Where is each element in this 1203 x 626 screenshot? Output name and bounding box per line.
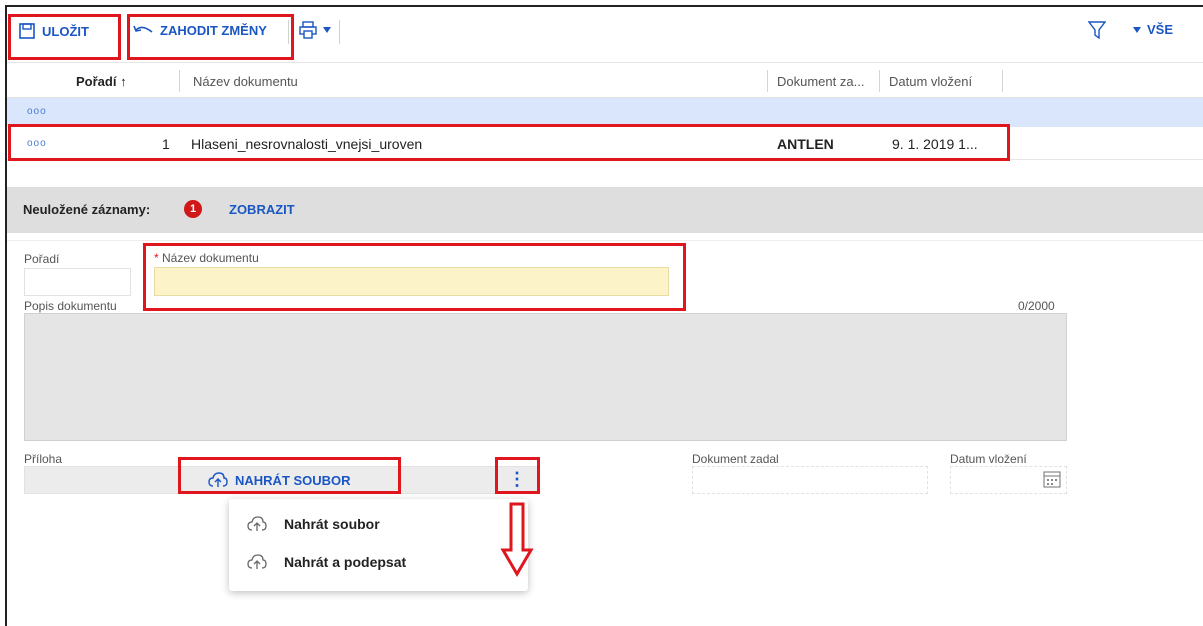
toolbar: ULOŽIT ZAHODIT ZMĚNY VŠE: [7, 7, 1203, 63]
description-label: Popis dokumentu: [24, 299, 117, 313]
unsaved-records-label: Neuložené záznamy:: [23, 202, 151, 217]
upload-options-menu: Nahrát soubor Nahrát a podepsat: [229, 499, 528, 591]
column-header-entered-by[interactable]: Dokument za...: [777, 74, 864, 89]
name-label-text: Název dokumentu: [162, 251, 259, 265]
upload-file-button[interactable]: NAHRÁT SOUBOR: [208, 472, 351, 488]
menu-item-upload-and-sign[interactable]: Nahrát a podepsat: [229, 543, 528, 581]
unsaved-records-bar: Neuložené záznamy: 1 ZOBRAZIT: [7, 187, 1203, 233]
column-header-date[interactable]: Datum vložení: [889, 74, 972, 89]
menu-item-upload-file[interactable]: Nahrát soubor: [229, 505, 528, 543]
description-char-counter: 0/2000: [1018, 299, 1055, 313]
toolbar-divider: [288, 20, 289, 44]
show-unsaved-link[interactable]: ZOBRAZIT: [229, 202, 295, 217]
row-menu-icon[interactable]: ooo: [27, 138, 47, 149]
save-label: ULOŽIT: [42, 23, 89, 39]
order-input[interactable]: [24, 268, 131, 296]
print-icon: [299, 21, 317, 39]
column-header-order[interactable]: Pořadí ↑: [76, 74, 127, 89]
column-divider: [879, 70, 880, 92]
more-options-button[interactable]: ⋮: [503, 466, 531, 494]
menu-item-label: Nahrát a podepsat: [284, 554, 407, 570]
table-row-new[interactable]: ooo: [7, 98, 1203, 127]
save-button[interactable]: ULOŽIT: [18, 22, 89, 40]
cloud-upload-icon: [247, 516, 267, 531]
required-mark: *: [154, 251, 159, 265]
down-arrow-icon: [500, 502, 534, 577]
filter-all-dropdown[interactable]: VŠE: [1133, 22, 1173, 37]
row-menu-icon[interactable]: ooo: [27, 106, 47, 117]
save-icon: [19, 23, 35, 39]
description-textarea[interactable]: [24, 313, 1067, 441]
undo-icon: [133, 25, 153, 33]
column-divider: [179, 70, 180, 92]
filter-all-label: VŠE: [1147, 22, 1174, 37]
cell-order: 1: [162, 136, 170, 152]
order-label: Pořadí: [24, 252, 60, 266]
cell-entered-by: ANTLEN: [777, 136, 834, 152]
column-header-name[interactable]: Název dokumentu: [193, 74, 298, 89]
date-label: Datum vložení: [950, 452, 1027, 466]
discard-changes-button[interactable]: ZAHODIT ZMĚNY: [132, 22, 267, 38]
column-divider: [1002, 70, 1003, 92]
cloud-upload-icon: [208, 472, 228, 487]
table-row[interactable]: ooo 1 Hlaseni_nesrovnalosti_vnejsi_urove…: [7, 128, 1203, 160]
unsaved-count-badge: 1: [184, 200, 202, 218]
entered-by-input: [692, 466, 928, 494]
entered-by-label: Dokument zadal: [692, 452, 779, 466]
cell-date: 9. 1. 2019 1...: [892, 136, 978, 152]
attachment-label: Příloha: [24, 452, 63, 466]
cloud-upload-icon: [247, 554, 267, 569]
caret-down-icon: [1133, 26, 1141, 33]
grid-header: Pořadí ↑ Název dokumentu Dokument za... …: [7, 64, 1203, 98]
cell-name: Hlaseni_nesrovnalosti_vnejsi_uroven: [191, 136, 423, 152]
upload-file-label: NAHRÁT SOUBOR: [235, 472, 351, 488]
toolbar-divider: [339, 20, 340, 44]
discard-changes-label: ZAHODIT ZMĚNY: [160, 22, 267, 38]
calendar-icon[interactable]: [1043, 470, 1061, 493]
filter-icon[interactable]: [1087, 20, 1107, 45]
caret-down-icon: [323, 27, 331, 33]
column-divider: [767, 70, 768, 92]
menu-item-label: Nahrát soubor: [284, 516, 380, 532]
document-name-input[interactable]: [154, 267, 669, 296]
print-menu-button[interactable]: [299, 21, 331, 39]
name-field-label: * Název dokumentu: [154, 251, 259, 265]
